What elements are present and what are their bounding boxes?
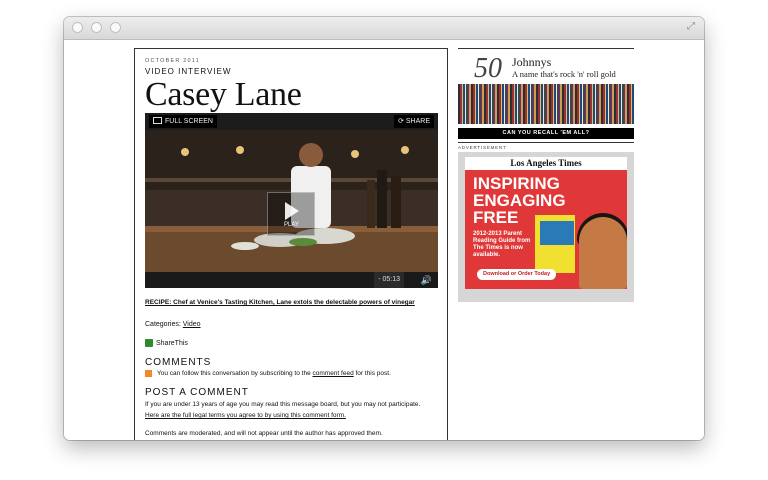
rss-icon[interactable]	[145, 370, 152, 377]
sidebar: 50 Johnnys A name that's rock 'n' roll g…	[458, 48, 634, 302]
ad-line-2: ENGAGING	[473, 191, 566, 210]
play-icon	[285, 202, 299, 220]
age-notice: If you are under 13 years of age you may…	[145, 401, 421, 408]
expand-icon[interactable]: ⤢	[685, 21, 697, 33]
johnnys-number: 50	[474, 53, 502, 84]
categories: Categories: Video	[145, 321, 437, 328]
share-button[interactable]: ⟳ SHARE	[394, 115, 434, 128]
player-controls: - 05:13 🔊	[145, 272, 438, 288]
follow-text: You can follow this conversation by subs…	[157, 370, 311, 377]
share-icon: ⟳	[398, 118, 406, 125]
browser-window: ⤢ OCTOBER 2011 VIDEO INTERVIEW Casey Lan…	[64, 17, 704, 440]
sharethis-icon	[145, 339, 153, 347]
johnnys-name: Johnnys	[512, 55, 552, 69]
follow-suffix: for this post.	[355, 370, 391, 377]
category-link-video[interactable]: Video	[183, 321, 201, 328]
follow-line: You can follow this conversation by subs…	[145, 370, 437, 377]
ad-line-1: INSPIRING	[473, 174, 560, 193]
sharethis-label: ShareThis	[156, 339, 188, 347]
categories-label: Categories:	[145, 321, 181, 328]
zoom-button[interactable]	[110, 22, 121, 33]
advertisement[interactable]: Los Angeles Times INSPIRING ENGAGING FRE…	[458, 152, 634, 302]
advertisement-label: ADVERTISEMENT	[458, 142, 634, 150]
video-player[interactable]: FULL SCREEN ⟳ SHARE PLAY - 05:13 🔊	[145, 113, 438, 288]
recipe-link[interactable]: RECIPE: Chef at Venice's Tasting Kitchen…	[145, 299, 437, 306]
legal-terms-link[interactable]: Here are the full legal terms you agree …	[145, 412, 346, 419]
comment-feed-link[interactable]: comment feed	[313, 370, 354, 377]
child-image	[579, 217, 627, 289]
volume-icon[interactable]: 🔊	[421, 272, 432, 288]
play-label: PLAY	[284, 222, 299, 228]
johnnys-tagline: A name that's rock 'n' roll gold	[512, 69, 616, 79]
play-button[interactable]: PLAY	[267, 192, 315, 236]
time-remaining: - 05:13	[374, 272, 404, 288]
fullscreen-button[interactable]: FULL SCREEN	[149, 115, 217, 128]
sharethis-button[interactable]: ShareThis	[145, 339, 437, 347]
minimize-button[interactable]	[91, 22, 102, 33]
comments-heading: COMMENTS	[145, 357, 212, 368]
share-label: SHARE	[405, 118, 430, 125]
cd-collection-image[interactable]	[458, 84, 634, 124]
close-button[interactable]	[72, 22, 83, 33]
johnnys-promo[interactable]: 50 Johnnys A name that's rock 'n' roll g…	[458, 49, 634, 84]
page-content: OCTOBER 2011 VIDEO INTERVIEW Casey Lane …	[64, 40, 704, 440]
ad-cta-button[interactable]: Download or Order Today	[477, 269, 557, 280]
fullscreen-icon	[153, 117, 162, 124]
post-comment-heading: POST A COMMENT	[145, 387, 249, 398]
player-top-bar: FULL SCREEN ⟳ SHARE	[145, 113, 438, 130]
recall-button[interactable]: CAN YOU RECALL 'EM ALL?	[458, 128, 634, 139]
article-date: OCTOBER 2011	[145, 58, 200, 64]
moderation-notice: Comments are moderated, and will not app…	[145, 430, 383, 437]
article-column: OCTOBER 2011 VIDEO INTERVIEW Casey Lane …	[134, 48, 448, 440]
page-title: Casey Lane	[145, 76, 302, 113]
ad-brand: Los Angeles Times	[465, 157, 627, 170]
fullscreen-label: FULL SCREEN	[165, 118, 213, 125]
legal-line: Here are the full legal terms you agree …	[145, 411, 437, 420]
video-frame[interactable]: PLAY	[145, 130, 438, 272]
section-label: VIDEO INTERVIEW	[145, 67, 232, 76]
ad-creative[interactable]: Los Angeles Times INSPIRING ENGAGING FRE…	[465, 157, 627, 289]
title-bar: ⤢	[64, 17, 704, 40]
ad-subtext: 2012-2013 Parent Reading Guide from The …	[473, 231, 531, 258]
reading-guide-cover	[540, 221, 574, 245]
